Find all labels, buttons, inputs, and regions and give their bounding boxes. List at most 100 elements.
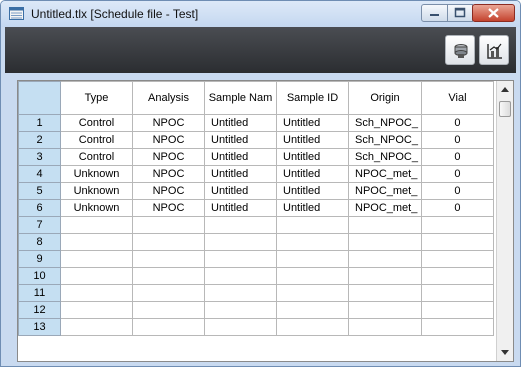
- table-cell[interactable]: NPOC_met_: [348, 182, 422, 200]
- table-cell[interactable]: Unknown: [60, 182, 133, 200]
- table-cell[interactable]: Untitled: [204, 199, 277, 217]
- table-cell[interactable]: NPOC_met_: [348, 165, 422, 183]
- table-cell[interactable]: Untitled: [276, 114, 349, 132]
- table-cell[interactable]: Unknown: [60, 165, 133, 183]
- vertical-scrollbar[interactable]: [496, 81, 513, 361]
- table-cell[interactable]: [348, 301, 422, 319]
- table-cell[interactable]: Untitled: [204, 165, 277, 183]
- table-cell[interactable]: [60, 250, 133, 268]
- row-header[interactable]: 2: [18, 131, 61, 149]
- row-header[interactable]: 8: [18, 233, 61, 251]
- table-cell[interactable]: [276, 250, 349, 268]
- maximize-button[interactable]: [447, 4, 473, 22]
- table-cell[interactable]: [204, 301, 277, 319]
- row-header[interactable]: 9: [18, 250, 61, 268]
- row-header[interactable]: 13: [18, 318, 61, 336]
- table-cell[interactable]: [276, 216, 349, 234]
- table-cell[interactable]: [60, 301, 133, 319]
- table-cell[interactable]: Control: [60, 131, 133, 149]
- table-cell[interactable]: [132, 267, 205, 285]
- table-row[interactable]: 9: [18, 250, 494, 268]
- table-cell[interactable]: 0: [420, 199, 494, 217]
- scroll-thumb[interactable]: [499, 101, 511, 117]
- table-cell[interactable]: [60, 267, 133, 285]
- table-cell[interactable]: Untitled: [276, 165, 349, 183]
- row-header[interactable]: 6: [18, 199, 61, 217]
- table-row[interactable]: 1 Control NPOC Untitled Untitled Sch_NPOC_ 0: [18, 114, 494, 132]
- column-header-origin[interactable]: Origin: [348, 81, 422, 115]
- row-header[interactable]: 5: [18, 182, 61, 200]
- table-cell[interactable]: [132, 318, 205, 336]
- table-cell[interactable]: Untitled: [204, 182, 277, 200]
- table-cell[interactable]: [276, 318, 349, 336]
- table-cell[interactable]: [420, 267, 494, 285]
- row-header[interactable]: 4: [18, 165, 61, 183]
- table-cell[interactable]: [60, 284, 133, 302]
- table-cell[interactable]: Untitled: [204, 148, 277, 166]
- table-cell[interactable]: NPOC: [132, 182, 205, 200]
- table-cell[interactable]: [204, 267, 277, 285]
- table-cell[interactable]: [348, 250, 422, 268]
- row-header[interactable]: 11: [18, 284, 61, 302]
- corner-cell[interactable]: [18, 81, 61, 115]
- table-cell[interactable]: [348, 216, 422, 234]
- table-cell[interactable]: [348, 233, 422, 251]
- column-header-analysis[interactable]: Analysis: [132, 81, 205, 115]
- column-header-sample-name[interactable]: Sample Nam: [204, 81, 277, 115]
- table-cell[interactable]: 0: [420, 182, 494, 200]
- table-row[interactable]: 7: [18, 216, 494, 234]
- table-cell[interactable]: [132, 216, 205, 234]
- table-row[interactable]: 13: [18, 318, 494, 336]
- table-cell[interactable]: [204, 233, 277, 251]
- table-row[interactable]: 2 Control NPOC Untitled Untitled Sch_NPOC_ 0: [18, 131, 494, 149]
- table-cell[interactable]: [348, 267, 422, 285]
- table-row[interactable]: 3 Control NPOC Untitled Untitled Sch_NPOC_ 0: [18, 148, 494, 166]
- table-row[interactable]: 12: [18, 301, 494, 319]
- chart-button[interactable]: [479, 35, 509, 65]
- scroll-down-icon[interactable]: [501, 350, 509, 355]
- table-cell[interactable]: NPOC: [132, 148, 205, 166]
- table-cell[interactable]: 0: [420, 114, 494, 132]
- table-cell[interactable]: [276, 301, 349, 319]
- table-cell[interactable]: [204, 250, 277, 268]
- table-cell[interactable]: [204, 284, 277, 302]
- table-cell[interactable]: [420, 284, 494, 302]
- table-cell[interactable]: Control: [60, 114, 133, 132]
- table-cell[interactable]: Untitled: [204, 131, 277, 149]
- table-row[interactable]: 6 Unknown NPOC Untitled Untitled NPOC_met_ 0: [18, 199, 494, 217]
- table-cell[interactable]: NPOC: [132, 165, 205, 183]
- table-cell[interactable]: [276, 267, 349, 285]
- table-cell[interactable]: [204, 216, 277, 234]
- table-row[interactable]: 5 Unknown NPOC Untitled Untitled NPOC_met_ 0: [18, 182, 494, 200]
- row-header[interactable]: 1: [18, 114, 61, 132]
- table-cell[interactable]: [132, 233, 205, 251]
- table-cell[interactable]: [276, 284, 349, 302]
- table-cell[interactable]: 0: [420, 165, 494, 183]
- row-header[interactable]: 3: [18, 148, 61, 166]
- close-button[interactable]: [472, 4, 515, 22]
- table-cell[interactable]: [60, 318, 133, 336]
- table-cell[interactable]: [348, 318, 422, 336]
- column-header-type[interactable]: Type: [60, 81, 133, 115]
- table-cell[interactable]: Untitled: [276, 131, 349, 149]
- minimize-button[interactable]: [421, 4, 448, 22]
- table-cell[interactable]: [60, 233, 133, 251]
- table-cell[interactable]: [276, 233, 349, 251]
- column-header-sample-id[interactable]: Sample ID: [276, 81, 349, 115]
- title-bar[interactable]: Untitled.tlx [Schedule file - Test]: [1, 1, 520, 27]
- table-cell[interactable]: [132, 284, 205, 302]
- table-row[interactable]: 8: [18, 233, 494, 251]
- column-header-vial[interactable]: Vial: [420, 81, 494, 115]
- sample-tray-button[interactable]: [445, 35, 475, 65]
- table-cell[interactable]: Untitled: [204, 114, 277, 132]
- table-cell[interactable]: Untitled: [276, 199, 349, 217]
- row-header[interactable]: 12: [18, 301, 61, 319]
- table-cell[interactable]: [420, 216, 494, 234]
- table-cell[interactable]: Control: [60, 148, 133, 166]
- table-row[interactable]: 11: [18, 284, 494, 302]
- table-cell[interactable]: Unknown: [60, 199, 133, 217]
- table-cell[interactable]: Untitled: [276, 148, 349, 166]
- table-cell[interactable]: [420, 301, 494, 319]
- table-row[interactable]: 10: [18, 267, 494, 285]
- table-row[interactable]: 4 Unknown NPOC Untitled Untitled NPOC_met_ 0: [18, 165, 494, 183]
